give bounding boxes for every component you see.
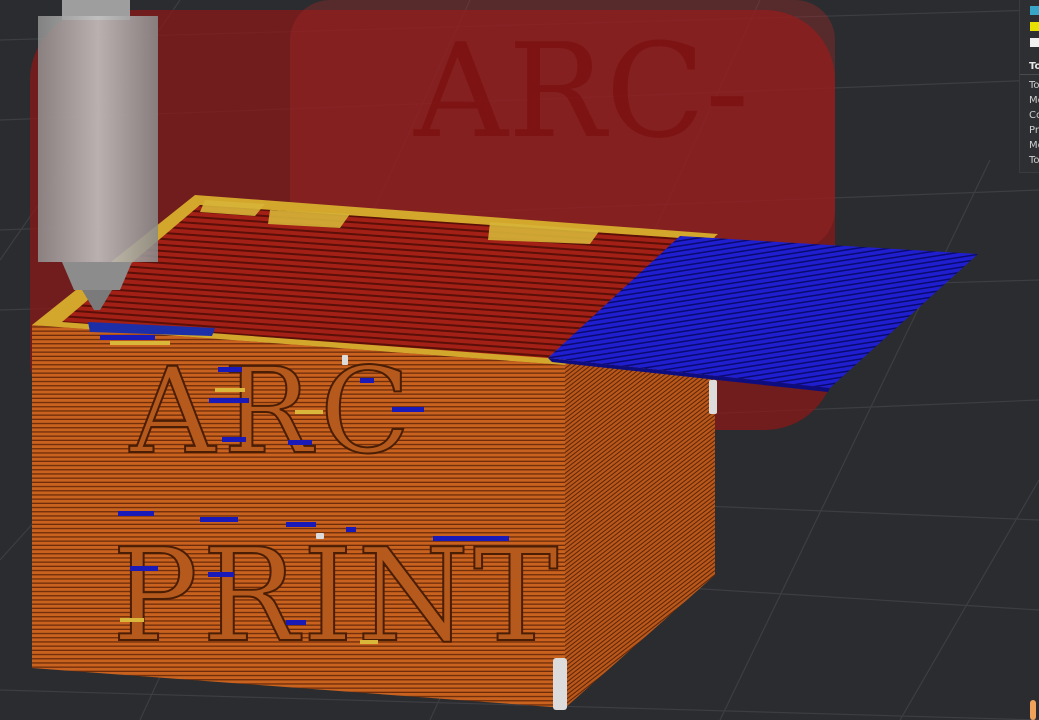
legend-row-5: Mo <box>1029 140 1039 151</box>
legend-row-1: To <box>1029 80 1039 91</box>
legend-title: To <box>1029 61 1039 72</box>
layer-slider-handle[interactable] <box>1030 700 1036 720</box>
front-text-line2: PRINT <box>112 522 562 671</box>
legend-row-3: Co <box>1029 110 1039 121</box>
legend-swatch-cyan <box>1030 6 1039 15</box>
legend-divider <box>1020 74 1039 75</box>
legend-panel: To To Mo Co Pr Mo To <box>1019 0 1039 173</box>
gcode-preview-viewport[interactable]: ARC PRINT ARC- T To M C Pr M To <box>0 0 1039 720</box>
legend-row-6: To <box>1029 155 1039 166</box>
preview-3d-scene[interactable]: ARC PRINT ARC- <box>0 0 1039 720</box>
legend-row-4: Pr <box>1029 125 1039 136</box>
legend-row-2: Mo <box>1029 95 1039 106</box>
watermark-letters: ARC- <box>413 15 749 167</box>
legend-swatch-yellow <box>1030 22 1039 31</box>
legend-swatch-white <box>1030 38 1039 47</box>
front-text-line1: ARC <box>129 342 418 480</box>
